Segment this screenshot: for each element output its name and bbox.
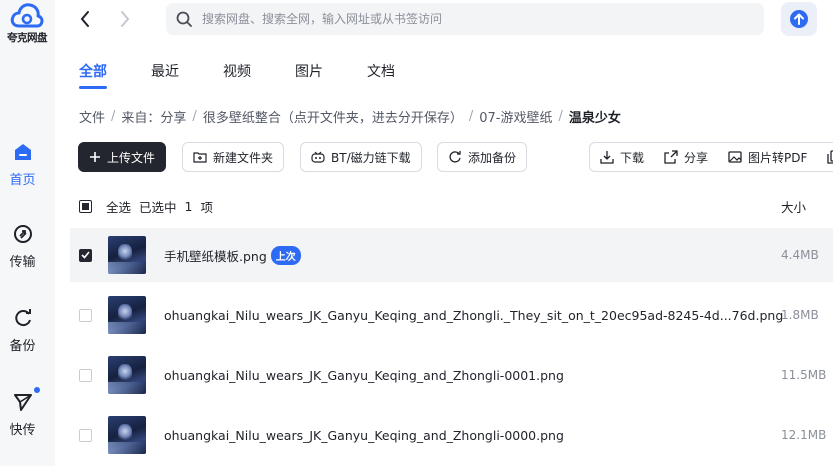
check-icon [81,251,90,259]
file-name: ohuangkai_Nilu_wears_JK_Ganyu_Keqing_and… [164,307,784,323]
notification-dot [34,387,40,393]
search-icon [176,11,192,27]
tab-video[interactable]: 视频 [223,61,251,89]
home-icon [14,144,31,160]
upload-round-button[interactable] [781,2,817,36]
cloud-logo-icon [10,3,44,28]
search-bar[interactable] [166,3,764,35]
selection-action-bar: 下载 分享 图片转PDF [589,142,833,172]
last-opened-badge: 上次 [270,245,301,265]
share-button[interactable]: 分享 [664,149,708,166]
nav-backup[interactable]: 备份 [0,307,45,354]
nav-quick-send[interactable]: 快传 [0,387,45,438]
nav-label: 备份 [9,339,36,354]
magnet-icon [311,151,325,163]
download-label: 下载 [620,150,645,165]
upload-file-label: 上传文件 [107,150,156,165]
add-backup-button[interactable]: 添加备份 [437,142,528,172]
new-folder-button[interactable]: 新建文件夹 [182,142,285,172]
arrow-up-circle-icon [790,10,808,28]
image-icon [728,151,742,163]
file-row[interactable]: ohuangkai_Nilu_wears_JK_Ganyu_Keqing_and… [70,288,833,342]
tab-recent[interactable]: 最近 [151,61,179,89]
download-icon [600,151,614,164]
file-name: ohuangkai_Nilu_wears_JK_Ganyu_Keqing_and… [164,427,564,443]
app-name: 夸克网盘 [7,32,48,44]
file-thumbnail [108,296,146,334]
add-backup-label: 添加备份 [468,150,517,165]
breadcrumb-item[interactable]: 来自：分享 [121,107,186,126]
nav-home[interactable]: 首页 [0,141,45,188]
plus-icon [90,152,100,162]
transfer-icon [13,225,32,243]
select-all-label[interactable]: 全选 [106,197,131,216]
nav-transfer[interactable]: 传输 [0,223,45,270]
share-label: 分享 [684,150,709,165]
image-to-pdf-button[interactable]: 图片转PDF [728,149,807,166]
share-icon [664,150,678,164]
bt-magnet-label: BT/磁力链下载 [331,150,411,165]
breadcrumb-separator: / [558,109,563,124]
tab-image[interactable]: 图片 [295,61,323,89]
app-logo[interactable]: 夸克网盘 [4,2,50,45]
file-thumbnail [108,356,146,394]
forward-button[interactable] [114,8,134,30]
breadcrumb-separator: / [111,109,116,124]
select-all-checkbox[interactable] [79,199,92,213]
file-row[interactable]: 手机壁纸模板.png 上次 4.4MB [70,228,833,282]
row-checkbox[interactable] [79,428,92,442]
search-input[interactable] [202,12,742,26]
file-size: 12.1MB [781,428,827,442]
breadcrumb-separator: / [192,109,197,124]
file-thumbnail [108,416,146,454]
size-column-header[interactable]: 大小 [781,197,806,216]
file-size: 1.8MB [781,308,819,322]
back-button[interactable] [76,8,96,30]
new-folder-label: 新建文件夹 [213,150,274,165]
folder-plus-icon [193,152,207,163]
file-size: 11.5MB [781,368,827,382]
image-to-pdf-label: 图片转PDF [748,150,808,165]
chevron-right-icon [121,11,130,27]
file-row[interactable]: ohuangkai_Nilu_wears_JK_Ganyu_Keqing_and… [70,348,833,402]
breadcrumb-current: 温泉少女 [568,111,621,126]
nav-label: 传输 [9,255,36,270]
tab-bar: 全部 最近 视频 图片 文档 [79,61,439,89]
refresh-icon [449,151,461,163]
row-checkbox[interactable] [79,368,92,382]
quick-send-icon [13,394,32,411]
tab-all[interactable]: 全部 [79,61,107,89]
file-list-header: 全选 已选中 1 项 大小 [79,196,833,216]
sidebar: 夸克网盘 首页 传输 备份 快传 [0,0,55,466]
selected-suffix: 项 [200,199,213,215]
file-thumbnail [108,236,146,274]
file-row[interactable]: ohuangkai_Nilu_wears_JK_Ganyu_Keqing_and… [70,408,833,462]
selected-count: 1 [184,198,193,214]
copy-icon [827,150,833,164]
more-action-button[interactable] [827,150,833,164]
row-checkbox[interactable] [79,308,92,322]
breadcrumb-item[interactable]: 文件 [79,107,105,126]
breadcrumb-item[interactable]: 很多壁纸整合（点开文件夹，进去分开保存） [203,107,463,126]
chevron-left-icon [80,11,89,27]
breadcrumb: 文件 / 来自：分享 / 很多壁纸整合（点开文件夹，进去分开保存） / 07-游… [79,107,621,126]
upload-file-button[interactable]: 上传文件 [78,142,167,172]
tab-document[interactable]: 文档 [367,61,395,89]
breadcrumb-item[interactable]: 07-游戏壁纸 [479,107,552,126]
selected-prefix: 已选中 [139,199,177,215]
backup-icon [14,309,31,327]
row-checkbox[interactable] [79,248,92,262]
nav-label: 快传 [9,423,36,438]
file-size: 4.4MB [781,248,819,262]
breadcrumb-separator: / [468,109,474,124]
nav-label: 首页 [9,173,36,188]
bt-magnet-download-button[interactable]: BT/磁力链下载 [300,142,422,172]
file-name: ohuangkai_Nilu_wears_JK_Ganyu_Keqing_and… [164,367,564,383]
file-name: 手机壁纸模板.png [164,248,267,264]
download-button[interactable]: 下载 [600,149,644,166]
